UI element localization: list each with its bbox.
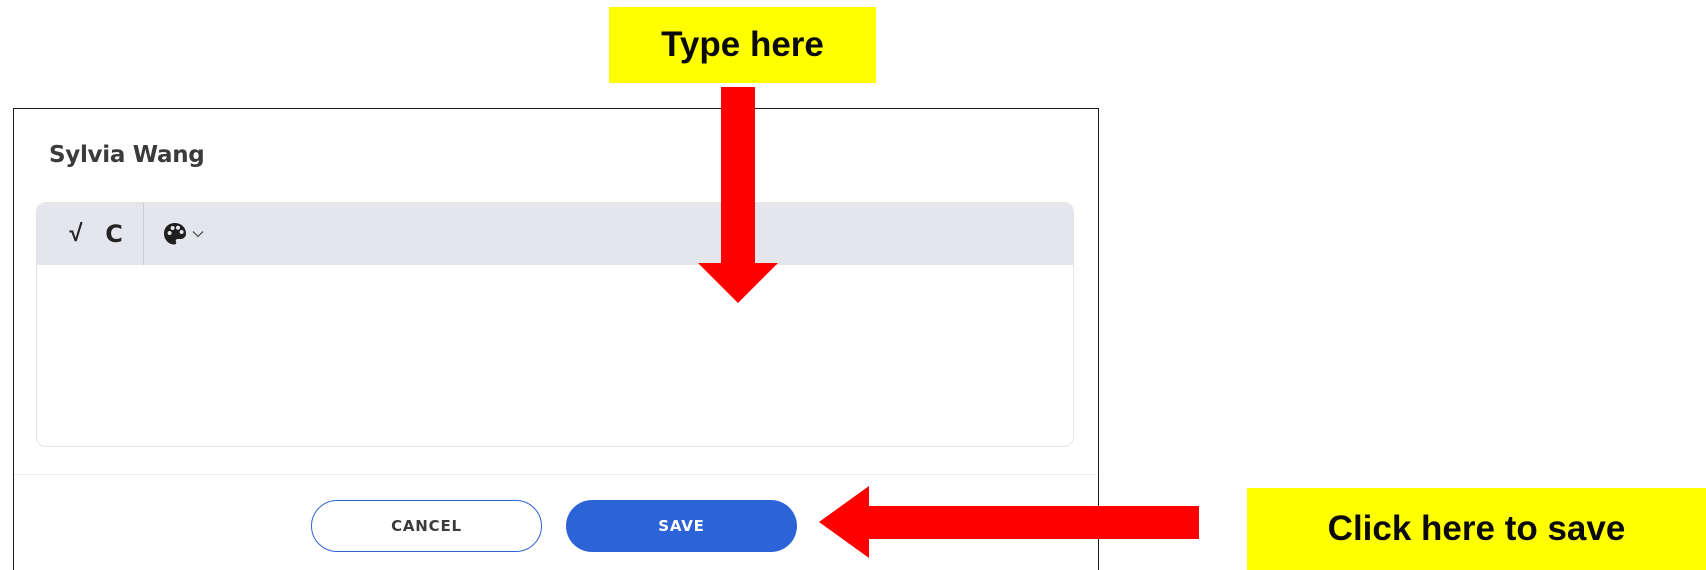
footer-divider [14,474,1097,475]
left-arrow-annotation [819,486,1199,558]
clear-format-icon[interactable]: C [95,203,133,265]
dialog-title: Sylvia Wang [49,142,205,168]
click-to-save-callout: Click here to save [1247,488,1706,570]
cancel-button[interactable]: CANCEL [311,500,542,552]
save-button[interactable]: SAVE [566,500,797,552]
type-here-callout: Type here [609,7,876,83]
color-picker-button[interactable] [162,203,224,265]
editor-toolbar: √ C [37,203,1073,265]
comment-text-area[interactable] [37,265,1073,446]
down-arrow-annotation [698,87,778,303]
square-root-icon[interactable]: √ [57,203,95,265]
screenshot-stage: Type here Sylvia Wang √ C CANCEL SAVE Cl… [0,0,1706,570]
click-to-save-label: Click here to save [1327,509,1626,548]
chevron-down-icon [192,231,204,238]
rich-text-editor: √ C [36,202,1074,447]
type-here-label: Type here [661,25,824,64]
toolbar-divider [143,203,144,265]
palette-icon [164,223,186,245]
